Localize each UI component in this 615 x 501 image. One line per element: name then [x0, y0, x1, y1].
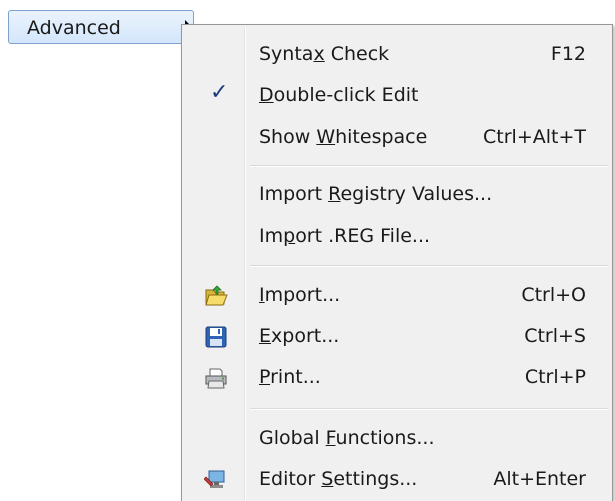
printer-icon: [205, 368, 227, 389]
menu-item-export[interactable]: Export... Ctrl+S: [182, 317, 612, 357]
shortcut-label: Ctrl+S: [524, 325, 586, 347]
shortcut-label: Ctrl+P: [524, 366, 586, 388]
folder-open-icon: [205, 285, 228, 306]
menu-item-import[interactable]: Import... Ctrl+O: [182, 276, 612, 316]
menu-item-label: Global Functions...: [259, 427, 435, 449]
shortcut-label: Ctrl+O: [521, 284, 586, 306]
menu-item-label: Editor Settings...: [259, 468, 418, 490]
menu-item-label: Import Registry Values...: [259, 183, 493, 205]
menu-item-import-reg-file[interactable]: Import .REG File...: [182, 217, 612, 257]
menu-item-syntax-check[interactable]: Syntax Check F12: [182, 35, 612, 75]
menu-item-label: Double-click Edit: [259, 84, 419, 106]
menu-item-global-functions[interactable]: Global Functions...: [182, 419, 612, 459]
menu-item-double-click-edit[interactable]: ✓ Double-click Edit: [182, 76, 612, 116]
menu-item-label: Advanced: [27, 17, 121, 39]
menu-item-label: Export...: [259, 325, 340, 347]
menu-item-label: Show Whitespace: [259, 126, 428, 148]
floppy-disk-icon: [205, 326, 227, 348]
menu-separator: [250, 165, 608, 167]
menu-item-label: Print...: [259, 366, 321, 388]
shortcut-label: F12: [550, 43, 586, 65]
menu-item-label: Import .REG File...: [259, 225, 431, 247]
menu-item-show-whitespace[interactable]: Show Whitespace Ctrl+Alt+T: [182, 118, 612, 158]
menu-item-editor-settings[interactable]: Editor Settings... Alt+Enter: [182, 460, 612, 500]
checkmark-icon: ✓: [210, 80, 229, 105]
menu-item-label: Import...: [259, 284, 341, 306]
advanced-submenu: Syntax Check F12 ✓ Double-click Edit Sho…: [181, 24, 613, 501]
menu-separator: [250, 265, 608, 267]
menu-item-label: Syntax Check: [259, 43, 390, 65]
menu-item-print[interactable]: Print... Ctrl+P: [182, 358, 612, 398]
shortcut-label: Ctrl+Alt+T: [483, 126, 586, 148]
menu-item-advanced[interactable]: Advanced: [8, 10, 194, 44]
shortcut-label: Alt+Enter: [493, 468, 586, 490]
menu-item-import-registry-values[interactable]: Import Registry Values...: [182, 175, 612, 215]
menu-separator: [250, 408, 608, 410]
settings-monitor-icon: [204, 470, 225, 488]
